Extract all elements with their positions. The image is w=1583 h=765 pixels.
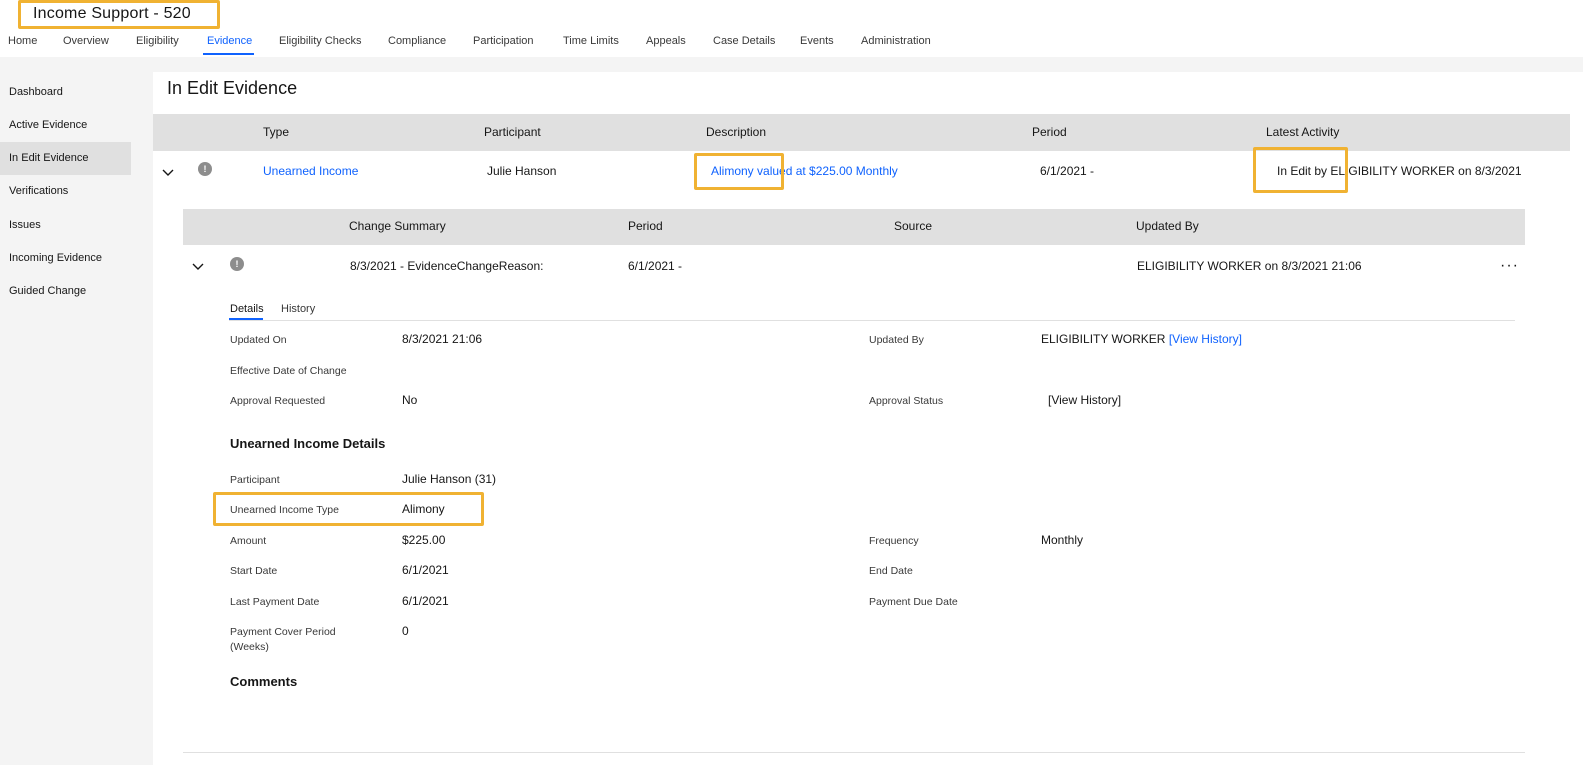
evidence-type-link[interactable]: Unearned Income xyxy=(263,164,358,178)
frequency-value: Monthly xyxy=(1041,533,1084,547)
column-header-change-period[interactable]: Period xyxy=(628,219,663,233)
effective-date-label: Effective Date of Change xyxy=(230,365,347,377)
unearned-income-type-value: Alimony xyxy=(402,502,445,516)
column-header-latest-activity[interactable]: Latest Activity xyxy=(1266,125,1339,139)
change-summary: 8/3/2021 - EvidenceChangeReason: xyxy=(350,259,544,273)
approval-status-view-history-link[interactable]: [View History] xyxy=(1048,393,1121,407)
sidebar-item-dashboard[interactable]: Dashboard xyxy=(0,76,131,109)
expand-change-chevron-icon[interactable] xyxy=(191,259,205,273)
approval-status-label: Approval Status xyxy=(869,395,944,407)
updated-by-view-history-link[interactable]: [View History] xyxy=(1169,332,1242,346)
tab-history[interactable]: History xyxy=(281,303,315,315)
tab-appeals[interactable]: Appeals xyxy=(646,35,686,47)
updated-by-value: ELIGIBILITY WORKER [View History] xyxy=(1041,332,1242,346)
tab-case-details[interactable]: Case Details xyxy=(713,35,775,47)
updated-on-label: Updated On xyxy=(230,334,287,346)
approval-requested-label: Approval Requested xyxy=(230,395,326,407)
change-table-header: Change Summary Period Source Updated By xyxy=(183,209,1525,245)
participant-label: Participant xyxy=(230,474,280,486)
change-period: 6/1/2021 - xyxy=(628,259,683,273)
column-header-updated-by[interactable]: Updated By xyxy=(1136,219,1199,233)
active-tab-indicator xyxy=(203,53,254,55)
tab-participation[interactable]: Participation xyxy=(473,35,534,47)
column-header-period[interactable]: Period xyxy=(1032,125,1067,139)
tab-evidence[interactable]: Evidence xyxy=(207,35,252,47)
start-date-label: Start Date xyxy=(230,565,278,577)
sidebar-item-issues[interactable]: Issues xyxy=(0,209,131,242)
approval-requested-value: No xyxy=(402,393,418,407)
updated-on-value: 8/3/2021 21:06 xyxy=(402,332,483,346)
sidebar-item-verifications[interactable]: Verifications xyxy=(0,175,131,208)
updated-by-name: ELIGIBILITY WORKER xyxy=(1041,332,1166,346)
sidebar-item-active-evidence[interactable]: Active Evidence xyxy=(0,109,131,142)
tab-eligibility-checks[interactable]: Eligibility Checks xyxy=(279,35,362,47)
evidence-description-link[interactable]: Alimony valued at $225.00 Monthly xyxy=(711,164,898,178)
evidence-status-icon: ! xyxy=(198,162,212,176)
case-title: Income Support - 520 xyxy=(33,5,191,22)
payment-cover-period-unit-label: (Weeks) xyxy=(230,641,269,653)
overflow-menu-icon[interactable]: ··· xyxy=(1500,257,1519,275)
participant-value: Julie Hanson (31) xyxy=(402,472,497,486)
tab-administration[interactable]: Administration xyxy=(861,35,931,47)
tab-compliance[interactable]: Compliance xyxy=(388,35,446,47)
payment-cover-period-value: 0 xyxy=(402,624,409,638)
app-header: Income Support - 520 xyxy=(0,0,1583,57)
comments-section-title: Comments xyxy=(230,674,298,689)
evidence-participant: Julie Hanson xyxy=(487,164,557,178)
tab-eligibility[interactable]: Eligibility xyxy=(136,35,179,47)
expand-row-chevron-icon[interactable] xyxy=(161,165,175,179)
end-date-label: End Date xyxy=(869,565,913,577)
tab-details[interactable]: Details xyxy=(230,303,264,315)
payment-due-date-label: Payment Due Date xyxy=(869,596,958,608)
column-header-description[interactable]: Description xyxy=(706,125,766,139)
column-header-source[interactable]: Source xyxy=(894,219,932,233)
detail-tab-divider xyxy=(229,320,1515,321)
section-divider xyxy=(183,752,1525,753)
evidence-table-header: Type Participant Description Period Late… xyxy=(153,114,1570,151)
start-date-value: 6/1/2021 xyxy=(402,563,449,577)
last-payment-date-label: Last Payment Date xyxy=(230,596,320,608)
amount-label: Amount xyxy=(230,535,267,547)
payment-cover-period-label: Payment Cover Period xyxy=(230,626,336,638)
tab-time-limits[interactable]: Time Limits xyxy=(563,35,619,47)
page-title: In Edit Evidence xyxy=(167,78,298,98)
frequency-label: Frequency xyxy=(869,535,919,547)
sidebar-item-guided-change[interactable]: Guided Change xyxy=(0,275,131,308)
column-header-type[interactable]: Type xyxy=(263,125,289,139)
unearned-income-type-label: Unearned Income Type xyxy=(230,504,339,516)
tab-overview[interactable]: Overview xyxy=(63,35,109,47)
change-updated-by: ELIGIBILITY WORKER on 8/3/2021 21:06 xyxy=(1137,259,1362,273)
unearned-income-section-title: Unearned Income Details xyxy=(230,436,386,451)
sidebar-item-incoming-evidence[interactable]: Incoming Evidence xyxy=(0,242,131,275)
evidence-period: 6/1/2021 - xyxy=(1040,164,1095,178)
change-status-icon: ! xyxy=(230,257,244,271)
updated-by-label: Updated By xyxy=(869,334,924,346)
sidebar-item-in-edit-evidence[interactable]: In Edit Evidence xyxy=(0,142,131,175)
column-header-participant[interactable]: Participant xyxy=(484,125,541,139)
tab-events[interactable]: Events xyxy=(800,35,834,47)
last-payment-date-value: 6/1/2021 xyxy=(402,594,449,608)
tab-home[interactable]: Home xyxy=(8,35,37,47)
column-header-change-summary[interactable]: Change Summary xyxy=(349,219,446,233)
amount-value: $225.00 xyxy=(402,533,446,547)
evidence-latest-activity: In Edit by ELIGIBILITY WORKER on 8/3/202… xyxy=(1277,164,1522,178)
